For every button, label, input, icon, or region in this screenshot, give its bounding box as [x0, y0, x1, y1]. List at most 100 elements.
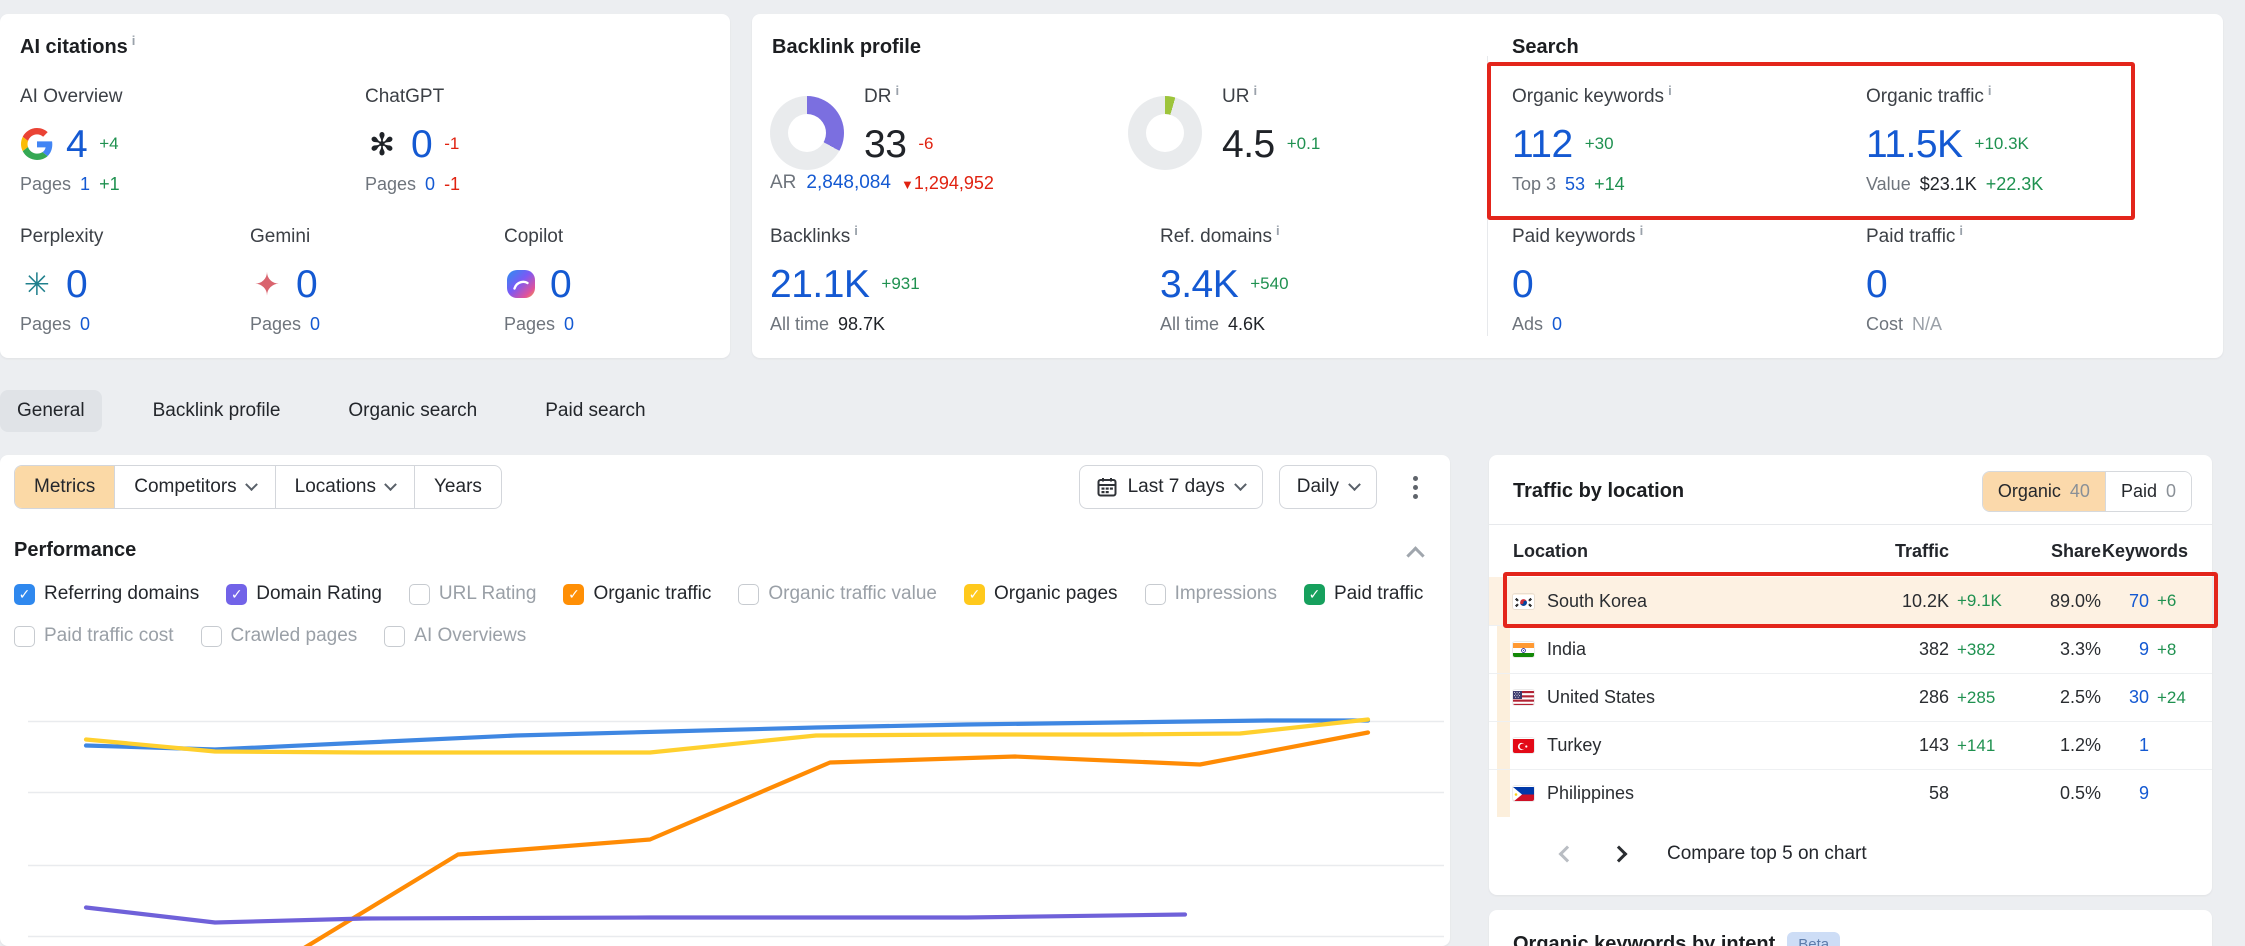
view-segmented-control: Metrics Competitors Locations Years [14, 465, 502, 509]
more-options-icon[interactable] [1405, 468, 1426, 507]
flag-philippines-icon [1513, 786, 1534, 801]
info-icon[interactable]: i [132, 33, 136, 48]
info-icon[interactable]: i [1253, 83, 1257, 98]
info-icon[interactable]: i [1276, 223, 1280, 238]
organic-traffic-value[interactable]: 11.5K [1866, 125, 1963, 164]
checkbox-organic-pages[interactable]: ✓Organic pages [964, 583, 1118, 605]
competitors-segment[interactable]: Competitors [114, 466, 274, 508]
traffic-value-row: Value $23.1K +22.3K [1866, 174, 2043, 195]
ref-domains-alltime: All time 4.6K [1160, 314, 1265, 335]
checkbox-paid-traffic-cost[interactable]: Paid traffic cost [14, 625, 174, 647]
cost-row: Cost N/A [1866, 314, 1942, 335]
checkbox-ai-overviews[interactable]: AI Overviews [384, 625, 526, 647]
checkbox-box: ✓ [964, 584, 985, 605]
checkbox-url-rating[interactable]: URL Rating [409, 583, 537, 605]
collapse-chevron-icon[interactable] [1406, 546, 1424, 564]
table-row-turkey[interactable]: Turkey 143 +141 1.2% 1 [1489, 721, 2212, 769]
metric-label: Backlinksi [770, 226, 920, 248]
traffic-value: 58 [1853, 783, 1949, 804]
granularity-button[interactable]: Daily [1279, 465, 1377, 509]
ai-citations-card: AI citationsi AI Overview 4 +4 Pages 1 +… [0, 14, 730, 358]
backlink-profile-section: Backlink profile DRi 33 -6 AR 2,848,084 … [752, 14, 1487, 358]
checkbox-organic-traffic[interactable]: ✓Organic traffic [563, 583, 711, 605]
keywords-value[interactable]: 1 [2101, 735, 2149, 756]
tab-paid-search[interactable]: Paid search [528, 390, 662, 432]
info-icon[interactable]: i [1959, 223, 1963, 238]
info-icon[interactable]: i [1640, 223, 1644, 238]
backlink-profile-title: Backlink profile [772, 36, 921, 59]
ar-value[interactable]: 2,848,084 [806, 172, 891, 194]
previous-page-icon[interactable] [1559, 846, 1576, 863]
info-icon[interactable]: i [1668, 83, 1672, 98]
metric-ref-domains: Ref. domainsi 3.4K +540 All time 4.6K [1160, 226, 1289, 307]
flag-united-states-icon [1513, 690, 1534, 705]
paid-traffic-value[interactable]: 0 [1866, 265, 1887, 304]
keywords-value[interactable]: 9 [2101, 783, 2149, 804]
compare-top5-link[interactable]: Compare top 5 on chart [1667, 843, 1867, 865]
years-segment[interactable]: Years [414, 466, 501, 508]
checkbox-box [738, 584, 759, 605]
checkbox-organic-traffic-value[interactable]: Organic traffic value [738, 583, 937, 605]
organic-toggle[interactable]: Organic40 [1983, 472, 2105, 511]
table-row-india[interactable]: India 382 +382 3.3% 9 +8 [1489, 625, 2212, 673]
checkbox-domain-rating[interactable]: ✓Domain Rating [226, 583, 382, 605]
metric-organic-keywords: Organic keywordsi 112 +30 Top 3 53 +14 [1512, 86, 1672, 167]
checkbox-box [1145, 584, 1166, 605]
metric-gemini: Gemini ✦ 0 Pages 0 [250, 226, 317, 307]
info-icon[interactable]: i [854, 223, 858, 238]
checkbox-paid-traffic[interactable]: ✓Paid traffic [1304, 583, 1423, 605]
search-title: Search [1512, 36, 1579, 59]
url-rating-donut [1128, 96, 1202, 170]
backlinks-value[interactable]: 21.1K [770, 265, 869, 304]
copilot-value[interactable]: 0 [550, 265, 571, 304]
ref-domains-value[interactable]: 3.4K [1160, 265, 1238, 304]
column-share: Share [2013, 541, 2101, 562]
series-domain-rating [86, 908, 1185, 923]
table-row-united-states[interactable]: United States 286 +285 2.5% 30 +24 [1489, 673, 2212, 721]
organic-keywords-delta: +30 [1585, 134, 1614, 154]
organic-keywords-value[interactable]: 112 [1512, 125, 1573, 164]
perplexity-value[interactable]: 0 [66, 265, 87, 304]
ads-row: Ads 0 [1512, 314, 1562, 335]
gemini-value[interactable]: 0 [296, 265, 317, 304]
table-row-philippines[interactable]: Philippines 58 0.5% 9 [1489, 769, 2212, 817]
table-row-south-korea[interactable]: South Korea 10.2K +9.1K 89.0% 70 +6 [1489, 577, 2212, 625]
ai-overview-value[interactable]: 4 [66, 125, 87, 164]
tab-general[interactable]: General [0, 390, 102, 432]
metric-label: AI Overview [20, 86, 122, 108]
paid-toggle[interactable]: Paid0 [2105, 472, 2191, 511]
share-value: 1.2% [2013, 735, 2101, 756]
checkbox-box: ✓ [226, 584, 247, 605]
next-page-icon[interactable] [1611, 846, 1628, 863]
date-range-button[interactable]: Last 7 days [1079, 465, 1263, 509]
checkbox-box: ✓ [14, 584, 35, 605]
checkbox-impressions[interactable]: Impressions [1145, 583, 1277, 605]
perplexity-pages: Pages 0 [20, 314, 90, 335]
tab-backlink-profile[interactable]: Backlink profile [136, 390, 298, 432]
keywords-value[interactable]: 30 [2101, 687, 2149, 708]
keywords-delta: +6 [2149, 591, 2188, 611]
performance-card: Metrics Competitors Locations Years Last… [0, 455, 1450, 946]
checkbox-crawled-pages[interactable]: Crawled pages [201, 625, 358, 647]
tab-organic-search[interactable]: Organic search [331, 390, 494, 432]
metric-backlinks: Backlinksi 21.1K +931 All time 98.7K [770, 226, 920, 307]
chatgpt-value[interactable]: 0 [411, 125, 432, 164]
checkbox-box [384, 626, 405, 647]
share-value: 3.3% [2013, 639, 2101, 660]
performance-line-chart[interactable] [0, 655, 1450, 946]
checkbox-referring-domains[interactable]: ✓Referring domains [14, 583, 199, 605]
gemini-icon: ✦ [250, 269, 284, 300]
ref-domains-delta: +540 [1250, 274, 1288, 294]
metrics-segment[interactable]: Metrics [15, 466, 114, 508]
chevron-down-icon [245, 478, 258, 491]
metric-label: Paid traffici [1866, 226, 1963, 248]
info-icon[interactable]: i [1988, 83, 1992, 98]
info-icon[interactable]: i [895, 83, 899, 98]
performance-title: Performance [14, 539, 136, 562]
metric-label: Ref. domainsi [1160, 226, 1289, 248]
top3-row: Top 3 53 +14 [1512, 174, 1625, 195]
paid-keywords-value[interactable]: 0 [1512, 265, 1533, 304]
keywords-value[interactable]: 70 [2101, 591, 2149, 612]
locations-segment[interactable]: Locations [275, 466, 414, 508]
keywords-value[interactable]: 9 [2101, 639, 2149, 660]
